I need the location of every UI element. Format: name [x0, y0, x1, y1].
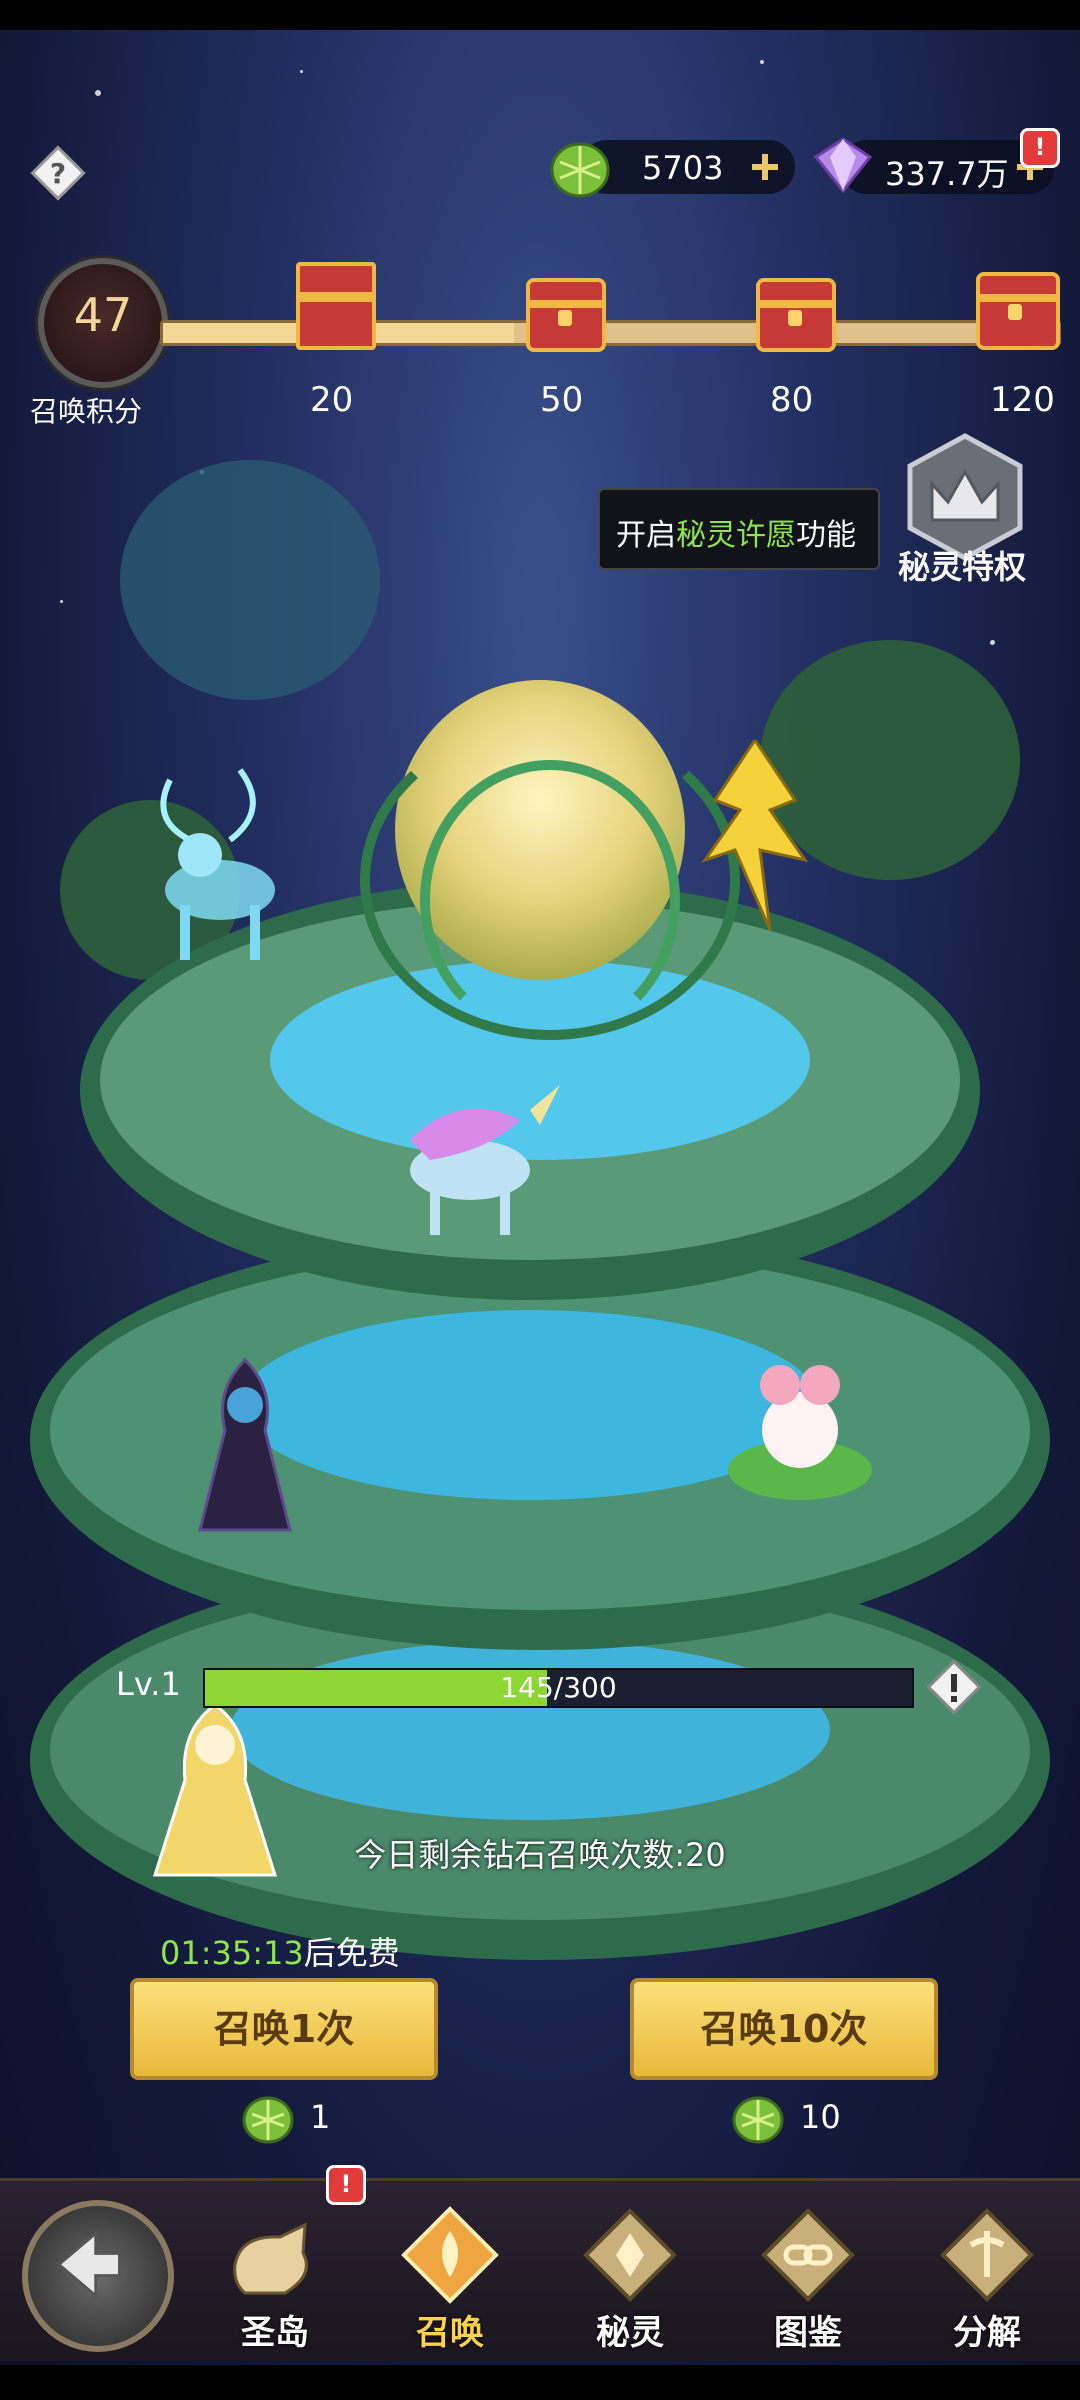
leaf-gem-icon — [242, 2096, 294, 2144]
nav-island[interactable]: 圣岛 — [200, 2195, 350, 2355]
leaf-gem-icon — [550, 142, 610, 198]
summon-1-button[interactable]: 召唤1次 — [130, 1978, 438, 2080]
spirit-deer-creature — [160, 768, 275, 960]
free-timer: 01:35:13后免费 — [160, 1928, 400, 1974]
star-decoration — [300, 70, 303, 73]
level-label: Lv.1 — [116, 1665, 181, 1703]
add-leaf-button[interactable] — [750, 152, 780, 182]
free-timer-time: 01:35:13 — [160, 1934, 304, 1972]
spirit-icon — [583, 2208, 677, 2302]
nav-spirit-label: 秘灵 — [596, 2313, 664, 2353]
summon-score-label: 召唤积分 — [30, 395, 143, 428]
summon-1-cost-value: 1 — [310, 2098, 331, 2136]
star-decoration — [990, 640, 995, 645]
milestone-label: 50 — [540, 380, 584, 420]
summon-10-button[interactable]: 召唤10次 — [630, 1978, 938, 2080]
leaf-gem-icon — [732, 2096, 784, 2144]
back-arrow-icon — [56, 2230, 121, 2299]
diamond-alert-badge: ! — [1020, 128, 1060, 168]
level-current: 145 — [500, 1671, 554, 1704]
system-nav-bar — [0, 2365, 1080, 2400]
summon-icon — [401, 2206, 499, 2304]
dark-witch-creature — [198, 1357, 292, 1532]
nav-summon-label: 召唤 — [416, 2313, 484, 2353]
svg-text:?: ? — [50, 157, 66, 190]
status-bar — [0, 0, 1080, 30]
milestone-label: 20 — [310, 380, 354, 420]
flower-sprite-creature — [728, 1365, 872, 1500]
level-progress-bar: 145/300 — [203, 1668, 914, 1708]
reward-chest-120[interactable] — [976, 272, 1060, 350]
nav-island-label: 圣岛 — [241, 2313, 309, 2353]
milestone-label: 120 — [990, 380, 1055, 420]
nav-decompose-label: 分解 — [953, 2313, 1021, 2353]
summon-score-circle: 47 — [38, 258, 168, 388]
tooltip-highlight: 秘灵许愿 — [676, 518, 796, 553]
free-timer-suffix: 后免费 — [303, 1934, 400, 1972]
star-decoration — [760, 60, 764, 64]
diamond-icon — [813, 137, 873, 194]
info-warning-icon[interactable] — [925, 1658, 983, 1716]
nav-spirit[interactable]: 秘灵 — [555, 2195, 705, 2355]
island-alert-badge: ! — [326, 2165, 366, 2205]
summon-10-cost-value: 10 — [800, 2098, 841, 2136]
star-decoration — [60, 600, 63, 603]
remaining-summons-text: 今日剩余钻石召唤次数:20 — [354, 1836, 726, 1874]
reward-chest-80[interactable] — [756, 278, 836, 352]
unicorn-creature — [410, 1085, 560, 1235]
wish-feature-tooltip: 开启 秘灵许愿 功能 — [598, 488, 880, 570]
leaf-count: 5703 — [642, 149, 724, 187]
nav-codex[interactable]: 图鉴 — [733, 2195, 883, 2355]
milestone-label: 80 — [770, 380, 814, 420]
tooltip-suffix: 功能 — [796, 518, 856, 553]
back-button[interactable] — [22, 2200, 174, 2352]
nav-codex-label: 图鉴 — [774, 2313, 842, 2353]
level-max: /300 — [553, 1671, 617, 1704]
diamond-count: 337.7万 — [885, 155, 1009, 193]
reward-chest-50[interactable] — [526, 278, 606, 352]
nav-decompose[interactable]: 分解 — [912, 2195, 1062, 2355]
privilege-label[interactable]: 秘灵特权 — [898, 542, 1026, 588]
star-decoration — [95, 90, 101, 96]
chain-icon — [761, 2208, 855, 2302]
whale-icon — [233, 2222, 308, 2295]
reward-chest-20[interactable] — [296, 262, 376, 350]
tooltip-prefix: 开启 — [616, 518, 676, 553]
golden-bird-creature — [701, 740, 809, 931]
help-icon[interactable]: ? — [30, 145, 86, 201]
decompose-icon — [940, 2208, 1034, 2302]
summon-score-value: 47 — [73, 288, 133, 342]
level-progress-text: 145/300 — [205, 1670, 912, 1706]
summon-screen: ? 5703 337.7万 ! 47 召唤积分 20 50 80 120 开启 … — [0, 0, 1080, 2400]
nav-summon[interactable]: 召唤 — [375, 2195, 525, 2355]
